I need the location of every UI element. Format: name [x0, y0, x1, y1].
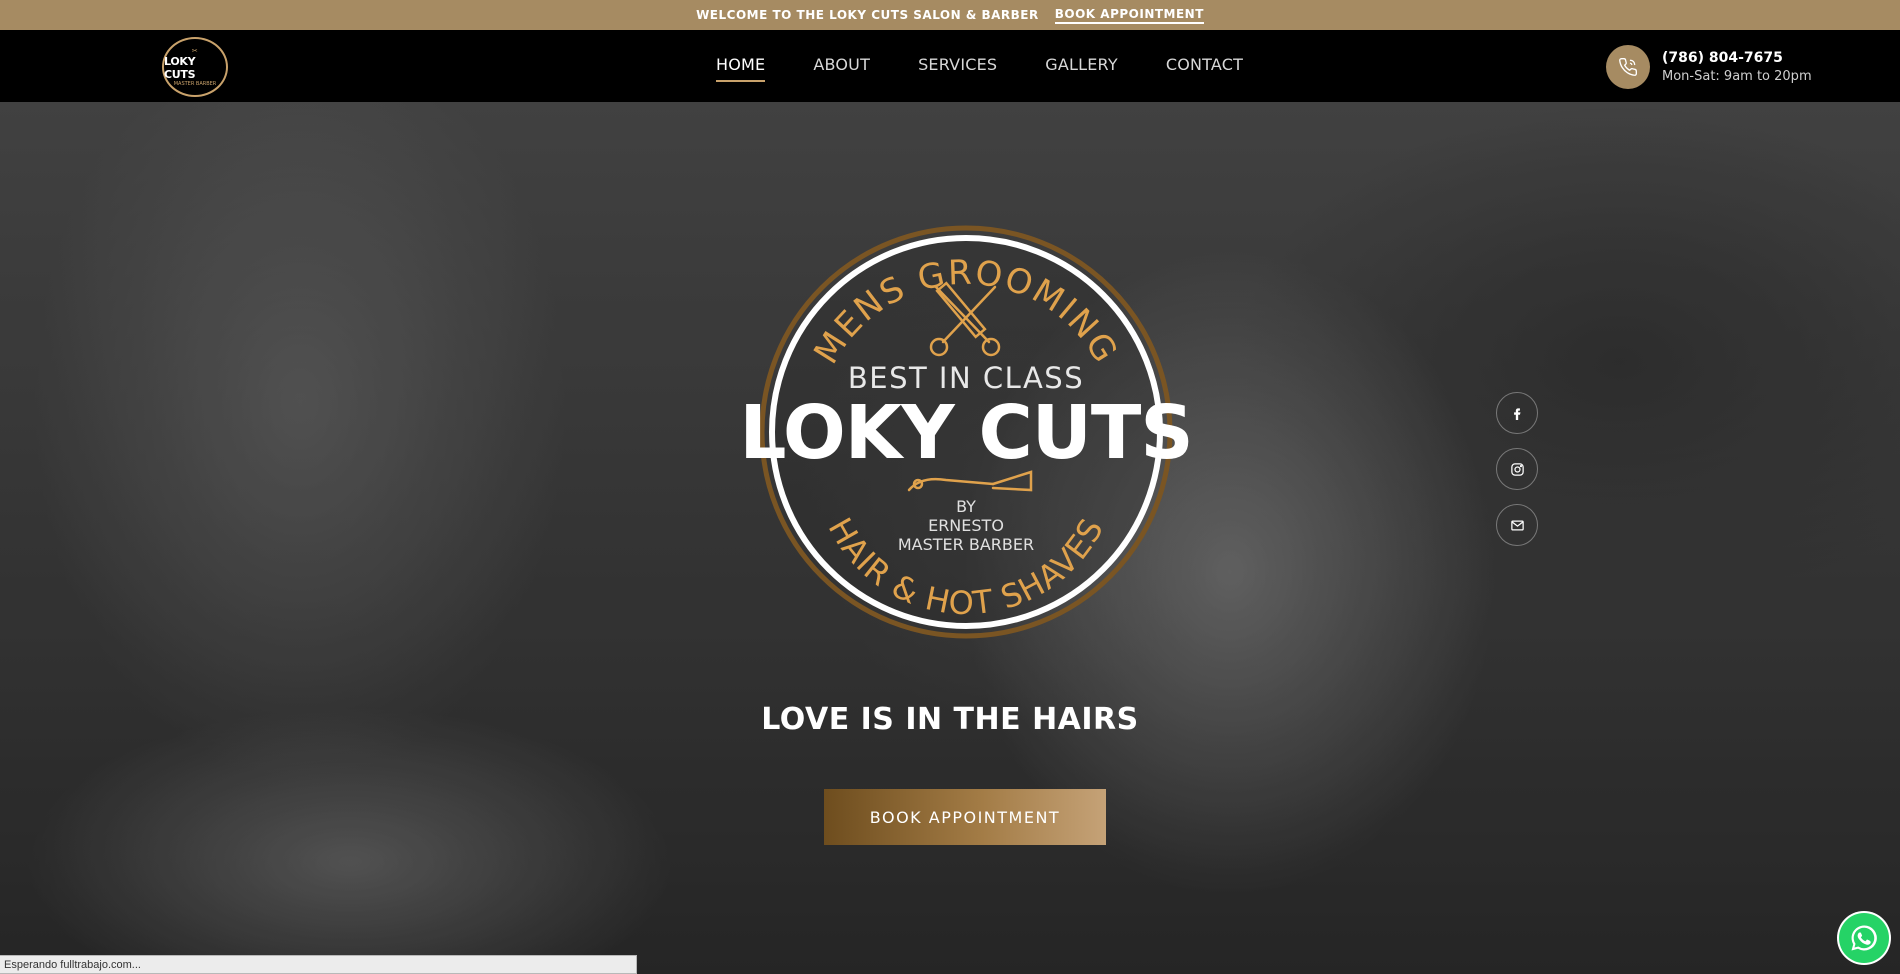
nav-contact[interactable]: CONTACT — [1166, 55, 1243, 82]
hero-section: MENS GROOMING HAIR & HOT SHAVES BEST IN … — [0, 102, 1900, 974]
whatsapp-icon[interactable] — [1839, 913, 1889, 963]
badge-name-2: MASTER BARBER — [898, 535, 1034, 554]
email-icon[interactable] — [1496, 504, 1538, 546]
browser-status-bar: Esperando fulltrabajo.com... — [0, 955, 637, 974]
nav-about[interactable]: ABOUT — [813, 55, 870, 82]
welcome-text: WELCOME TO THE LOKY CUTS SALON & BARBER — [696, 8, 1039, 22]
opening-hours: Mon-Sat: 9am to 20pm — [1662, 69, 1812, 84]
book-appointment-button[interactable]: BOOK APPOINTMENT — [824, 789, 1106, 845]
announcement-bar: WELCOME TO THE LOKY CUTS SALON & BARBER … — [0, 0, 1900, 30]
badge-by: BY — [956, 497, 976, 516]
logo-subtext: MASTER BARBER — [173, 81, 217, 87]
facebook-icon[interactable] — [1496, 392, 1538, 434]
site-logo[interactable]: ✂ LOKY CUTS MASTER BARBER — [162, 37, 228, 97]
badge-brand: LOKY CUTS — [739, 390, 1192, 476]
instagram-icon[interactable] — [1496, 448, 1538, 490]
brand-badge: MENS GROOMING HAIR & HOT SHAVES BEST IN … — [739, 225, 1194, 639]
header-contact: (786) 804-7675 Mon-Sat: 9am to 20pm — [1606, 45, 1812, 89]
phone-icon[interactable] — [1606, 45, 1650, 89]
badge-name-1: ERNESTO — [928, 516, 1004, 535]
phone-number[interactable]: (786) 804-7675 — [1662, 50, 1812, 66]
contact-text: (786) 804-7675 Mon-Sat: 9am to 20pm — [1662, 50, 1812, 84]
site-header: ✂ LOKY CUTS MASTER BARBER HOME ABOUT SER… — [0, 30, 1900, 102]
nav-services[interactable]: SERVICES — [918, 55, 997, 82]
logo-scissors: ✂ — [191, 47, 199, 55]
social-links — [1496, 392, 1538, 546]
nav-gallery[interactable]: GALLERY — [1045, 55, 1118, 82]
top-book-appointment-link[interactable]: BOOK APPOINTMENT — [1054, 7, 1204, 24]
main-nav: HOME ABOUT SERVICES GALLERY CONTACT — [716, 55, 1243, 82]
nav-home[interactable]: HOME — [716, 55, 766, 82]
logo-text: LOKY CUTS — [164, 55, 196, 81]
hero-tagline: LOVE IS IN THE HAIRS — [761, 702, 1139, 737]
